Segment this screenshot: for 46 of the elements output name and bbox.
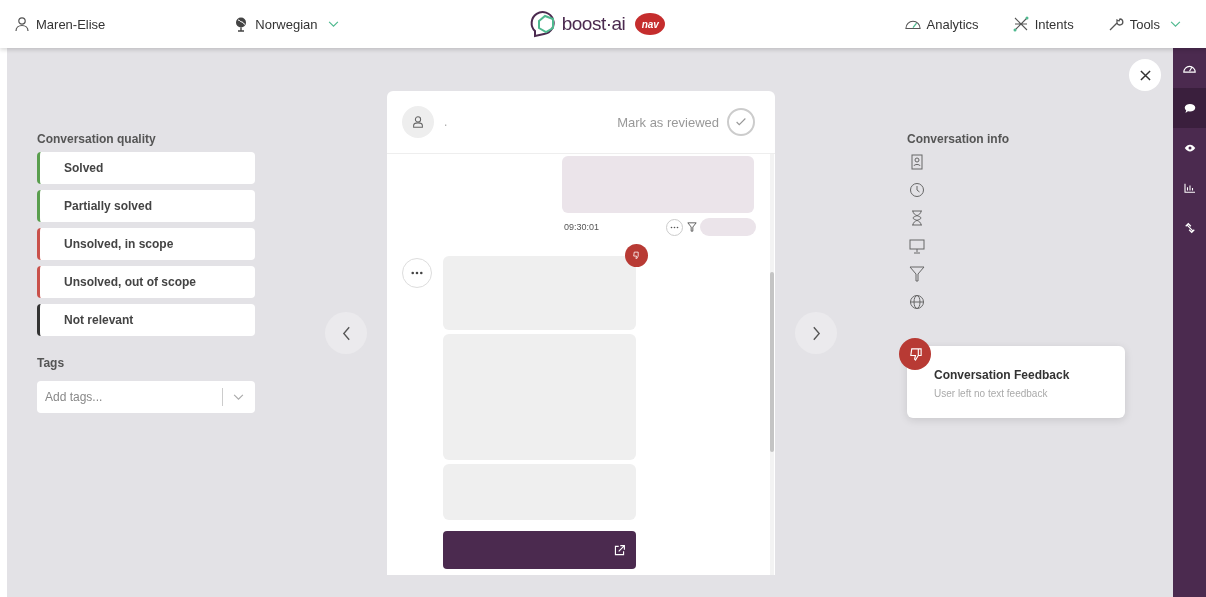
close-button[interactable] xyxy=(1129,59,1161,91)
close-icon xyxy=(1139,69,1151,81)
quality-option[interactable]: Unsolved, in scope xyxy=(37,228,255,260)
quality-option[interactable]: Partially solved xyxy=(37,190,255,222)
user-menu[interactable]: Maren-Elise xyxy=(14,16,106,32)
quality-option[interactable]: Unsolved, out of scope xyxy=(37,266,255,298)
user-icon xyxy=(14,16,30,32)
chevron-down-icon xyxy=(327,20,339,28)
feedback-text: User left no text feedback xyxy=(934,388,1049,399)
language-dropdown[interactable]: Norwegian xyxy=(233,16,339,32)
intents-icon xyxy=(1012,16,1029,32)
chevron-down-icon[interactable] xyxy=(233,394,244,401)
external-link-icon xyxy=(613,543,626,557)
nav-link[interactable]: Tools xyxy=(1107,16,1181,32)
globe-icon xyxy=(909,294,925,310)
timestamp: 09:30:01 xyxy=(564,222,600,232)
tag-pill xyxy=(700,218,756,236)
quality-option[interactable]: Solved xyxy=(37,152,255,184)
chevron-left-icon xyxy=(341,325,351,341)
nav-link[interactable]: Analytics xyxy=(904,16,979,32)
filter-icon xyxy=(687,222,697,232)
partner-logo: nav xyxy=(635,13,666,35)
quality-option[interactable]: Not relevant xyxy=(37,304,255,336)
clock-icon xyxy=(909,182,925,198)
tags-field[interactable]: Add tags... xyxy=(37,381,255,413)
nav-link[interactable]: Intents xyxy=(1012,16,1074,32)
bar-chart-icon xyxy=(1183,183,1196,193)
logo-text: boost·ai xyxy=(561,13,626,35)
chevron-down-icon xyxy=(1170,20,1181,28)
section-title: Conversation info xyxy=(907,132,1009,146)
user-name: . xyxy=(444,115,448,129)
chevron-right-icon xyxy=(811,325,821,341)
mark-reviewed-label: Mark as reviewed xyxy=(617,114,719,130)
contact-card-icon xyxy=(909,154,925,170)
wrench-icon xyxy=(1107,16,1124,32)
section-title: Tags xyxy=(37,356,66,370)
eye-icon xyxy=(1183,144,1196,152)
monitor-icon xyxy=(909,238,925,254)
filter-icon xyxy=(909,266,925,282)
avatar-icon xyxy=(402,106,434,138)
link-icon xyxy=(1183,222,1196,234)
section-title: Conversation quality xyxy=(37,132,157,146)
feedback-title: Conversation Feedback xyxy=(934,368,1071,382)
hourglass-icon xyxy=(909,210,925,226)
speech-bubble-icon xyxy=(1183,102,1196,114)
thumbs-down-icon xyxy=(625,244,648,267)
